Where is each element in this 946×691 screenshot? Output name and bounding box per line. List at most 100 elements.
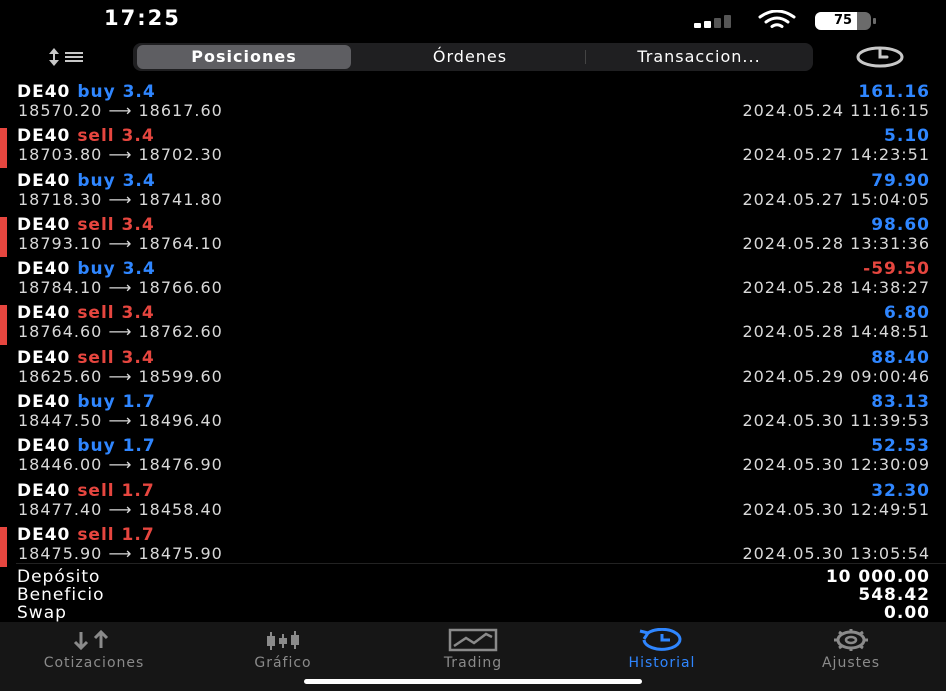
deal-open-price: 18793.10: [18, 233, 103, 253]
deal-time: 2024.05.28 13:31:36: [742, 233, 930, 253]
deal-prices: 18447.50 ⟶ 18496.40: [18, 411, 223, 430]
deal-close-price: 18599.60: [138, 366, 223, 386]
status-time: 17:25: [104, 6, 181, 30]
deal-time: 2024.05.30 12:30:09: [742, 455, 930, 475]
summary-row: Swap 0.00: [0, 603, 946, 623]
deal-marker: [0, 128, 7, 169]
deal-time: 2024.05.30 13:05:54: [742, 543, 930, 563]
deal-volume: 3.4: [122, 82, 156, 102]
deal-row[interactable]: DE40 buy 3.4 18784.10 ⟶ 18766.60 -59.50 202…: [0, 259, 946, 303]
deal-title: DE40 sell 3.4: [17, 303, 155, 323]
deal-side: sell: [77, 214, 115, 235]
summary-label: Beneficio: [17, 585, 105, 605]
deal-time: 2024.05.27 15:04:05: [742, 189, 930, 209]
deal-time: 2024.05.30 12:49:51: [742, 499, 930, 519]
deal-side: buy: [77, 436, 116, 457]
deal-title: DE40 sell 1.7: [17, 525, 155, 545]
tab-trading[interactable]: Trading: [383, 628, 563, 672]
tab-trading-label: Trading: [443, 655, 503, 671]
deal-marker: [0, 216, 7, 257]
tab-orders[interactable]: Órdenes: [355, 45, 585, 69]
arrow-right-icon: ⟶: [108, 145, 133, 165]
deal-open-price: 18703.80: [18, 145, 103, 165]
tab-quotes[interactable]: Cotizaciones: [4, 628, 184, 672]
battery-level: 75: [833, 13, 853, 28]
deal-close-price: 18762.60: [138, 322, 223, 342]
deal-profit: 32.30: [871, 480, 930, 501]
deal-volume: 3.4: [122, 170, 156, 191]
deal-title: DE40 sell 1.7: [17, 481, 155, 501]
segmented-control: Posiciones Órdenes Transaccion...: [133, 43, 813, 71]
deal-prices: 18475.90 ⟶ 18475.90: [18, 544, 223, 563]
deal-profit: 98.60: [871, 214, 930, 235]
deal-marker: [0, 526, 7, 567]
deal-row[interactable]: DE40 buy 1.7 18447.50 ⟶ 18496.40 83.13 2024…: [0, 392, 946, 436]
deal-row[interactable]: DE40 sell 3.4 18764.60 ⟶ 18762.60 6.80 2024…: [0, 303, 946, 347]
deal-volume: 3.4: [121, 347, 155, 368]
deal-side: sell: [77, 524, 115, 545]
summary-value: 10 000.00: [825, 567, 930, 587]
deal-open-price: 18570.20: [18, 101, 103, 120]
deal-volume: 3.4: [121, 303, 155, 324]
arrow-right-icon: ⟶: [108, 278, 133, 298]
deal-time: 2024.05.28 14:38:27: [742, 278, 930, 298]
deal-close-price: 18702.30: [138, 145, 223, 165]
deal-profit: -59.50: [863, 259, 930, 280]
deal-side: sell: [77, 347, 115, 368]
deal-symbol: DE40: [17, 214, 71, 235]
deal-title: DE40 sell 3.4: [17, 215, 155, 235]
deal-prices: 18570.20 ⟶ 18617.60: [18, 101, 223, 120]
deal-time: 2024.05.29 09:00:46: [742, 366, 930, 386]
deal-row[interactable]: DE40 sell 3.4 18625.60 ⟶ 18599.60 88.40 202…: [0, 348, 946, 392]
deal-profit: 79.90: [871, 170, 930, 191]
history-clock-icon: [639, 628, 682, 651]
deal-row[interactable]: DE40 sell 3.4 18703.80 ⟶ 18702.30 5.10 2024…: [0, 126, 946, 170]
tab-positions[interactable]: Posiciones: [137, 45, 351, 69]
deal-volume: 1.7: [122, 436, 156, 457]
deal-row[interactable]: DE40 sell 1.7 18477.40 ⟶ 18458.40 32.30 202…: [0, 481, 946, 525]
deal-profit: 52.53: [871, 436, 930, 457]
deal-prices: 18764.60 ⟶ 18762.60: [18, 322, 223, 341]
deal-row[interactable]: DE40 buy 3.4 18570.20 ⟶ 18617.60 161.16 202…: [0, 82, 946, 126]
deal-prices: 18477.40 ⟶ 18458.40: [18, 500, 223, 519]
deal-close-price: 18741.80: [138, 189, 223, 209]
deal-symbol: DE40: [17, 82, 71, 102]
deal-volume: 1.7: [122, 392, 156, 413]
tab-history[interactable]: Historial: [572, 628, 752, 672]
sort-icon[interactable]: [44, 44, 90, 70]
tab-transactions[interactable]: Transaccion...: [589, 45, 809, 69]
deal-symbol: DE40: [17, 303, 71, 324]
deal-title: DE40 buy 3.4: [17, 171, 156, 191]
deal-close-price: 18617.60: [138, 101, 223, 120]
deal-title: DE40 sell 3.4: [17, 348, 155, 368]
gear-icon: [834, 629, 868, 651]
deal-prices: 18718.30 ⟶ 18741.80: [18, 190, 223, 209]
deal-side: sell: [77, 303, 115, 324]
arrow-right-icon: ⟶: [108, 101, 133, 120]
clock-icon[interactable]: [856, 46, 904, 68]
deal-marker: [0, 305, 7, 346]
deal-profit: 83.13: [871, 392, 930, 413]
deal-prices: 18446.00 ⟶ 18476.90: [18, 455, 223, 474]
deal-row[interactable]: DE40 buy 3.4 18718.30 ⟶ 18741.80 79.90 2024…: [0, 171, 946, 215]
deal-list: DE40 buy 3.4 18570.20 ⟶ 18617.60 161.16 202…: [0, 82, 946, 569]
deal-row[interactable]: DE40 buy 1.7 18446.00 ⟶ 18476.90 52.53 2024…: [0, 436, 946, 480]
arrow-right-icon: ⟶: [108, 322, 133, 342]
deal-side: buy: [77, 259, 116, 280]
deal-row[interactable]: DE40 sell 3.4 18793.10 ⟶ 18764.10 98.60 202…: [0, 215, 946, 259]
deal-close-price: 18764.10: [138, 233, 223, 253]
arrow-right-icon: ⟶: [108, 455, 133, 475]
summary-row: Depósito 10 000.00: [0, 567, 946, 587]
summary-value: 0.00: [884, 603, 930, 623]
wifi-icon: [758, 10, 796, 28]
tab-settings[interactable]: Ajustes: [761, 628, 941, 672]
deal-open-price: 18784.10: [18, 278, 103, 298]
deal-time: 2024.05.30 11:39:53: [742, 411, 930, 431]
tab-chart-label: Gráfico: [254, 655, 312, 671]
deal-open-price: 18446.00: [18, 455, 103, 475]
tab-chart[interactable]: Gráfico: [193, 628, 373, 672]
deal-side: buy: [77, 82, 116, 102]
deal-time: 2024.05.28 14:48:51: [742, 322, 930, 342]
deal-symbol: DE40: [17, 436, 71, 457]
summary-panel: Depósito 10 000.00 Beneficio 548.42 Swap 0.00: [0, 567, 946, 623]
